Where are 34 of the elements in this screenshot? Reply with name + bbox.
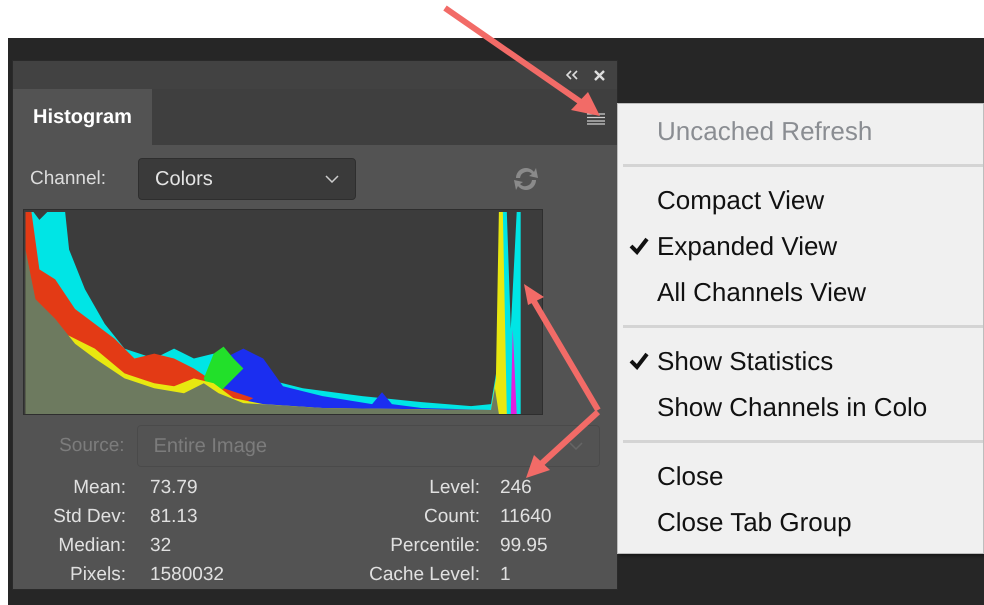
stat-label: Cache Level: [368,563,480,587]
stat-label: Median: [57,534,126,558]
stat-label: Std Dev: [52,505,126,529]
menu-item[interactable]: Show Channels in Colo [618,384,983,430]
stat-value: 246 [500,476,533,500]
close-icon[interactable] [594,70,605,80]
checkmark-icon [629,352,649,370]
stat-value: 81.13 [150,505,199,529]
menu-item[interactable]: Close Tab Group [618,499,983,545]
menu-item[interactable]: Close [618,453,983,499]
chevron-icon [569,442,583,450]
chevron-icon [325,175,339,183]
stat-value: 11640 [500,505,552,529]
stat-value: 32 [150,534,172,558]
stat-label: Percentile: [389,534,480,558]
stat-value: 99.95 [500,534,549,558]
stat-value: 73.79 [150,476,199,500]
checkmark-icon [629,237,649,255]
menu-item[interactable]: Show Statistics [618,338,983,384]
stat-label: Pixels: [69,563,126,587]
stat-value: 1 [500,563,512,587]
menu-item[interactable]: Expanded View [618,223,983,269]
histogram-tab[interactable]: Histogram [13,89,152,145]
stat-value: 1580032 [150,563,225,587]
menu-icon[interactable] [587,113,605,125]
collapse-icon[interactable] [566,70,578,80]
channel-dropdown[interactable]: Colors [138,158,356,200]
stat-label: Level: [428,476,480,500]
menu-item[interactable]: Compact View [618,177,983,223]
stat-label: Mean: [72,476,126,500]
stat-label: Count: [423,505,480,529]
menu-item: Uncached Refresh [656,114,874,148]
menu-item[interactable]: All Channels View [618,269,983,315]
channel-label: Channel: [30,166,108,191]
